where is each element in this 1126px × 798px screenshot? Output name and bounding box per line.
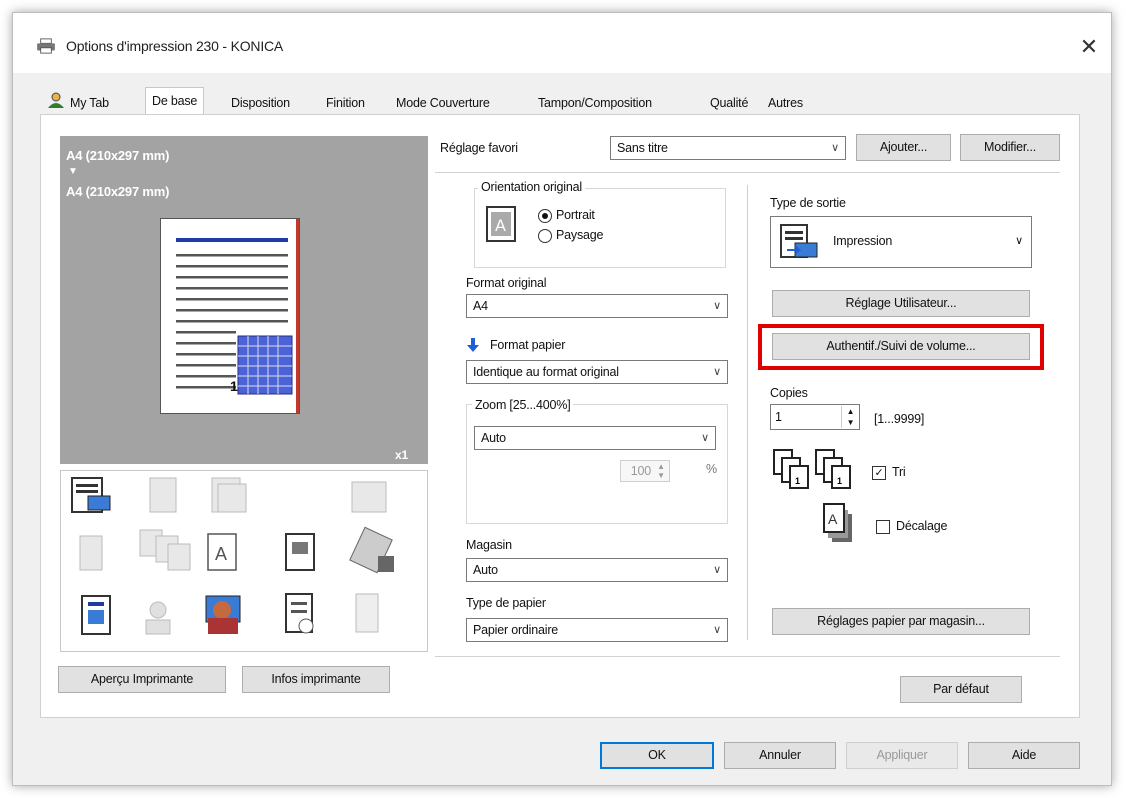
zoom-select[interactable]: Auto ∨ bbox=[474, 426, 716, 450]
zoom-group-title: Zoom [25...400%] bbox=[472, 398, 574, 412]
paper-type-label: Type de papier bbox=[466, 596, 546, 610]
paper-format-select[interactable]: Identique au format original ∨ bbox=[466, 360, 728, 384]
chevron-down-icon: ∨ bbox=[831, 142, 839, 154]
tilted-pages-icon bbox=[349, 526, 394, 574]
printer-icon bbox=[37, 38, 55, 54]
paper-format-value: Identique au format original bbox=[473, 365, 619, 379]
cover-icon bbox=[81, 595, 111, 635]
zoom-percent-value: 100 bbox=[630, 464, 651, 478]
tray-paper-settings-button[interactable]: Réglages papier par magasin... bbox=[772, 608, 1030, 635]
copies-value: 1 bbox=[775, 410, 782, 424]
separator bbox=[435, 172, 1060, 173]
output-type-label: Type de sortie bbox=[770, 196, 846, 210]
chevron-down-icon: ∨ bbox=[1015, 235, 1023, 247]
original-format-label: Format original bbox=[466, 276, 547, 290]
modify-favorite-button[interactable]: Modifier... bbox=[960, 134, 1060, 161]
orientation-group-title: Orientation original bbox=[478, 180, 585, 194]
apply-button: Appliquer bbox=[846, 742, 958, 769]
svg-text:1: 1 bbox=[837, 476, 842, 486]
svg-text:A: A bbox=[495, 216, 506, 235]
favorite-label: Réglage favori bbox=[440, 141, 518, 155]
portrait-label: Portrait bbox=[556, 208, 595, 222]
paper-format-label: Format papier bbox=[490, 338, 566, 352]
offset-icon: A bbox=[823, 503, 852, 542]
printer-info-button[interactable]: Infos imprimante bbox=[242, 666, 390, 693]
original-size-text: A4 (210x297 mm) bbox=[66, 148, 170, 163]
chevron-down-icon: ∨ bbox=[701, 432, 709, 444]
svg-text:A: A bbox=[215, 544, 227, 564]
collate-label: Tri bbox=[892, 465, 906, 479]
print-output-icon bbox=[780, 224, 818, 258]
default-button[interactable]: Par défaut bbox=[900, 676, 1022, 703]
function-icon-grid: A bbox=[71, 477, 394, 635]
original-format-value: A4 bbox=[473, 299, 488, 313]
user-auth-icon bbox=[205, 595, 241, 634]
add-favorite-button[interactable]: Ajouter... bbox=[856, 134, 951, 161]
output-type-select[interactable]: Impression ∨ bbox=[770, 216, 1032, 268]
blue-down-arrow-icon bbox=[467, 338, 479, 352]
ok-button[interactable]: OK bbox=[600, 742, 714, 769]
user-setting-button[interactable]: Réglage Utilisateur... bbox=[772, 290, 1030, 317]
booklet-icon bbox=[285, 533, 315, 571]
help-button[interactable]: Aide bbox=[968, 742, 1080, 769]
page-number: 1 bbox=[230, 378, 238, 394]
output-type-value: Impression bbox=[833, 234, 893, 248]
chevron-down-icon: ∨ bbox=[713, 624, 721, 636]
vertical-separator bbox=[747, 185, 748, 640]
copies-range: [1...9999] bbox=[874, 412, 925, 426]
highlight-box bbox=[758, 324, 1044, 370]
paper-type-value: Papier ordinaire bbox=[473, 623, 559, 637]
zoom-unit: % bbox=[706, 462, 717, 476]
chevron-down-icon: ∨ bbox=[713, 366, 721, 378]
output-print-icon bbox=[71, 477, 111, 513]
collate-checkbox[interactable]: ✓ bbox=[872, 466, 886, 480]
output-size-text: A4 (210x297 mm) bbox=[66, 184, 170, 199]
zoom-spinner: ▲ ▼ bbox=[657, 462, 665, 480]
close-icon[interactable]: ✕ bbox=[1080, 34, 1098, 60]
copies-label: Copies bbox=[770, 386, 808, 400]
zoom-value: Auto bbox=[481, 431, 506, 445]
tray-value: Auto bbox=[473, 563, 498, 577]
svg-text:A: A bbox=[828, 511, 838, 527]
down-arrow-icon: ▼ bbox=[68, 166, 78, 177]
chevron-down-icon: ∨ bbox=[713, 564, 721, 576]
landscape-radio[interactable] bbox=[538, 229, 552, 243]
original-format-select[interactable]: A4 ∨ bbox=[466, 294, 728, 318]
paper-type-select[interactable]: Papier ordinaire ∨ bbox=[466, 618, 728, 642]
portrait-radio[interactable] bbox=[538, 209, 552, 223]
copies-badge: x1 bbox=[395, 448, 408, 462]
offset-label: Décalage bbox=[896, 519, 948, 533]
offset-checkbox[interactable] bbox=[876, 520, 890, 534]
favorite-select[interactable]: Sans titre ∨ bbox=[610, 136, 846, 160]
printer-preview-button[interactable]: Aperçu Imprimante bbox=[58, 666, 226, 693]
window-title: Options d'impression 230 - KONICA bbox=[66, 38, 284, 54]
tab-de-base[interactable]: De base bbox=[145, 87, 205, 117]
chevron-down-icon: ∨ bbox=[713, 300, 721, 312]
tray-select[interactable]: Auto ∨ bbox=[466, 558, 728, 582]
landscape-label: Paysage bbox=[556, 228, 604, 242]
copies-spinner[interactable]: ▲ ▼ bbox=[841, 406, 859, 428]
cancel-button[interactable]: Annuler bbox=[724, 742, 836, 769]
page-a-icon: A bbox=[207, 533, 237, 571]
collate-icon: 1 1 bbox=[773, 449, 851, 489]
portrait-a-icon: A bbox=[486, 206, 516, 242]
zoom-group bbox=[466, 404, 728, 524]
tray-label: Magasin bbox=[466, 538, 512, 552]
svg-text:1: 1 bbox=[795, 476, 800, 486]
favorite-value: Sans titre bbox=[617, 141, 668, 155]
document-icon bbox=[285, 593, 314, 634]
my-tab-user-icon bbox=[48, 92, 64, 108]
separator bbox=[435, 656, 1060, 657]
